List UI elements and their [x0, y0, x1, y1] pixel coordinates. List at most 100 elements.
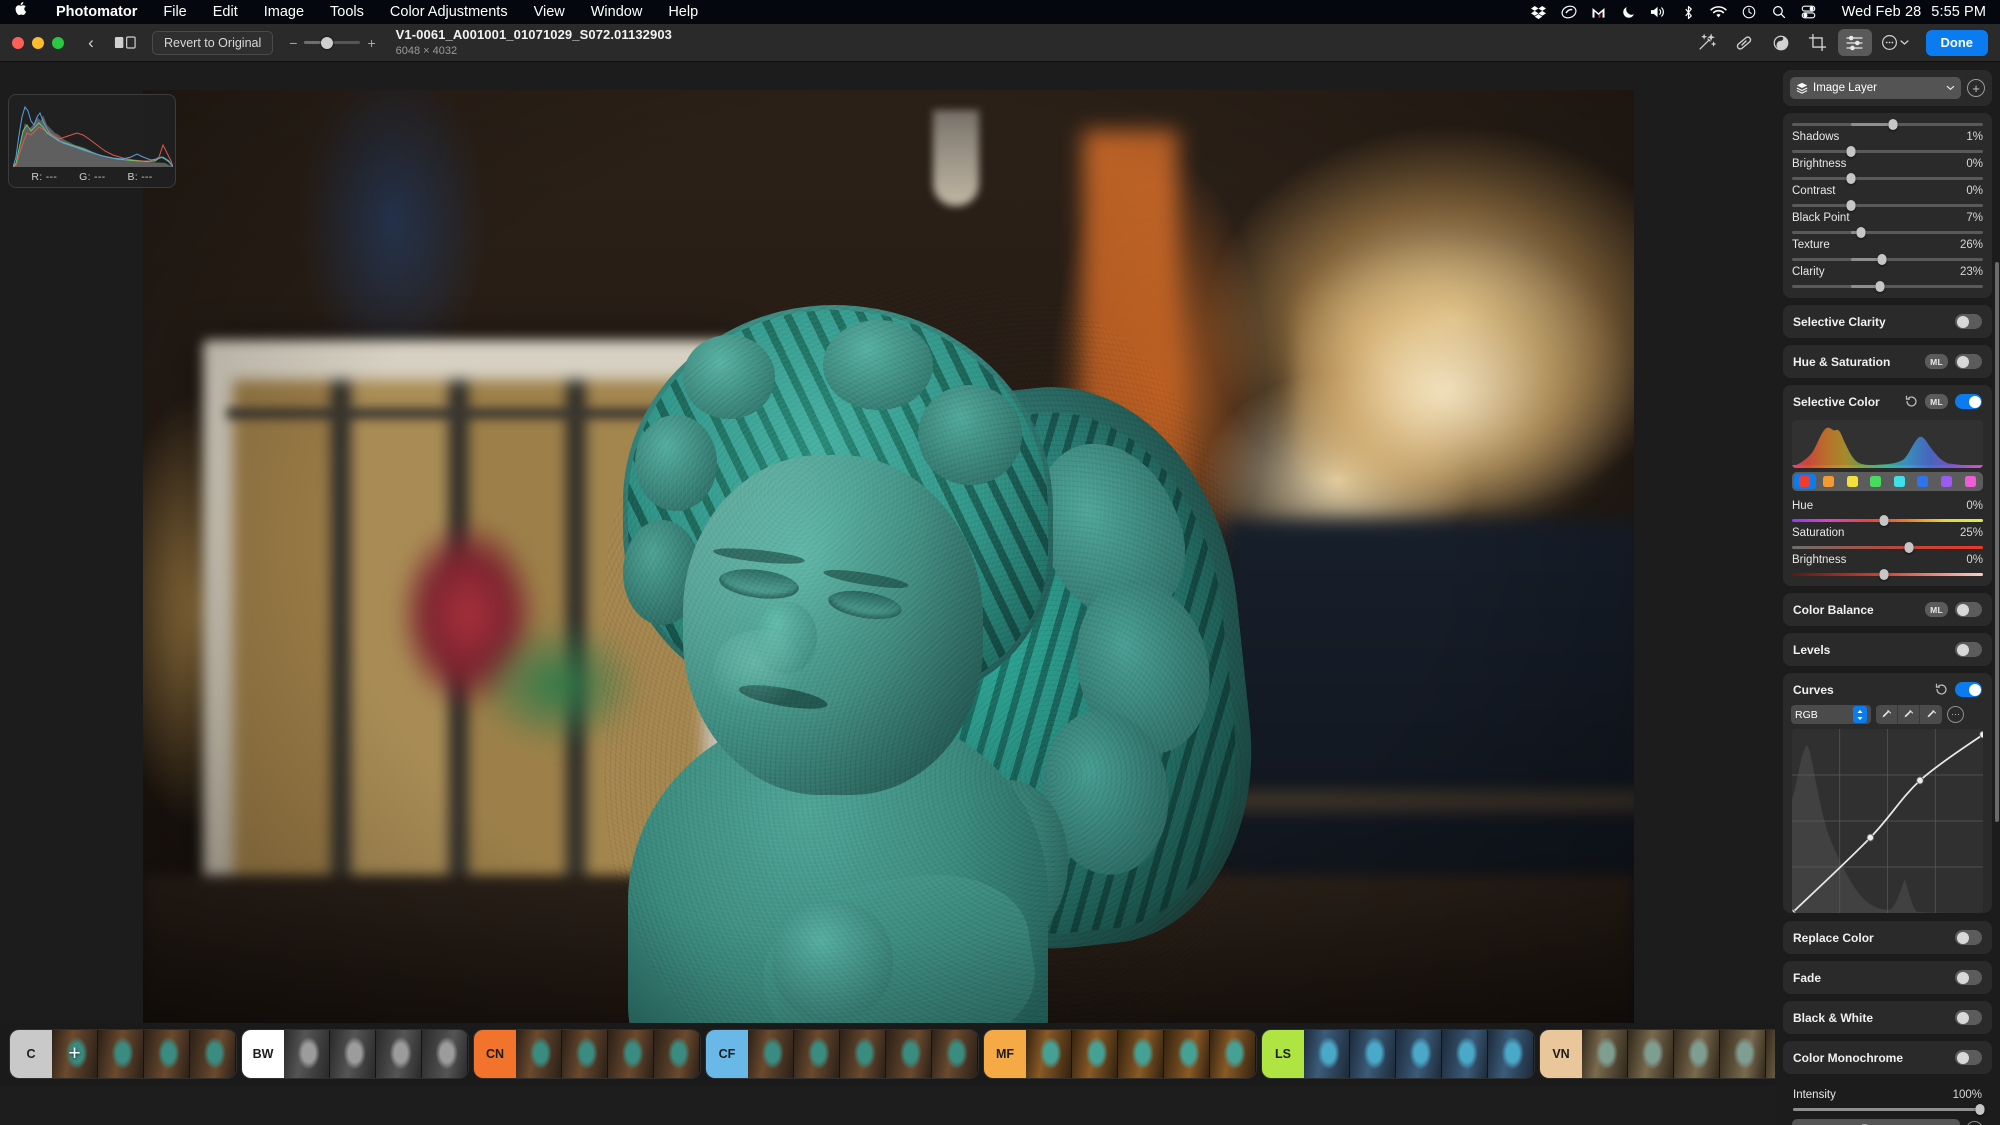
menu-edit[interactable]: Edit	[200, 0, 251, 24]
basic-slider-knob[interactable]	[1846, 200, 1856, 211]
volume-icon[interactable]	[1644, 0, 1674, 24]
color-balance-toggle[interactable]	[1955, 602, 1982, 617]
preset-group-c[interactable]: C +	[10, 1030, 236, 1078]
time-machine-icon[interactable]	[1734, 0, 1764, 24]
color-monochrome-card[interactable]: Color Monochrome	[1783, 1041, 1992, 1074]
preset-thumbnail[interactable]	[1766, 1030, 1775, 1078]
sc-brightness-slider-track[interactable]	[1792, 569, 1983, 580]
menu-view[interactable]: View	[521, 0, 578, 24]
preset-group-tag[interactable]: C	[10, 1030, 52, 1078]
curve-control-point-2[interactable]	[1916, 776, 1924, 785]
preset-thumbnail[interactable]	[932, 1030, 978, 1078]
add-preset-icon[interactable]: +	[52, 1030, 97, 1078]
preset-thumbnail[interactable]	[144, 1030, 190, 1078]
creative-cloud-icon[interactable]	[1554, 0, 1584, 24]
hue-saturation-card[interactable]: Hue & Saturation ML	[1783, 345, 1992, 378]
color-swatch-red[interactable]	[1794, 474, 1816, 489]
preset-thumbnail[interactable]	[608, 1030, 654, 1078]
basic-slider-track[interactable]	[1792, 254, 1983, 265]
selective-color-card[interactable]: Selective Color ML Hue 0% Saturation 25%…	[1783, 385, 1992, 586]
curves-channel-stepper-icon[interactable]	[1853, 706, 1867, 723]
black-white-toggle[interactable]	[1955, 1010, 1982, 1025]
zoom-slider-track[interactable]	[304, 36, 361, 49]
preset-thumbnail[interactable]	[1628, 1030, 1674, 1078]
menu-window[interactable]: Window	[578, 0, 656, 24]
preset-thumbnail[interactable]	[190, 1030, 236, 1078]
saturation-slider-knob[interactable]	[1904, 542, 1913, 553]
clone-stamp-icon[interactable]	[1764, 29, 1798, 56]
edited-photo[interactable]	[143, 90, 1634, 1085]
color-monochrome-toggle[interactable]	[1955, 1050, 1982, 1065]
basic-slider-knob[interactable]	[1846, 173, 1856, 184]
zoom-in-label[interactable]: +	[367, 35, 375, 51]
zoom-window-button[interactable]	[52, 36, 64, 49]
color-balance-card[interactable]: Color Balance ML	[1783, 593, 1992, 626]
done-button[interactable]: Done	[1925, 29, 1988, 56]
mimestream-icon[interactable]	[1584, 0, 1614, 24]
color-swatch-cyan[interactable]	[1889, 474, 1911, 489]
color-swatch-purple[interactable]	[1936, 474, 1958, 489]
sidebar-scrollbar[interactable]	[1995, 262, 1999, 822]
preset-thumbnail[interactable]	[516, 1030, 562, 1078]
adjustments-sidebar[interactable]: Image Layer + Shadows 1% Brightness 0% Contr…	[1775, 62, 2000, 1125]
zoom-slider-control[interactable]: − +	[289, 35, 375, 51]
selective-color-toggle[interactable]	[1955, 394, 1982, 409]
preset-group-vn[interactable]: VN	[1540, 1030, 1775, 1078]
preset-thumbnail[interactable]	[1072, 1030, 1118, 1078]
preset-thumbnail[interactable]	[886, 1030, 932, 1078]
gray-point-eyedropper-icon[interactable]	[1898, 705, 1920, 724]
menu-image[interactable]: Image	[251, 0, 317, 24]
exposure-slider-track[interactable]	[1792, 119, 1983, 130]
preset-group-tag[interactable]: CF	[706, 1030, 748, 1078]
curves-reset-icon[interactable]	[1935, 683, 1948, 696]
layer-dropdown[interactable]: Image Layer	[1790, 77, 1961, 99]
more-options-button[interactable]	[1875, 34, 1915, 51]
menu-help[interactable]: Help	[655, 0, 711, 24]
reset-button[interactable]: Reset	[1792, 1119, 1960, 1125]
exposure-slider-knob[interactable]	[1888, 119, 1898, 130]
curves-channel-dropdown[interactable]: RGB	[1791, 705, 1871, 724]
bluetooth-icon[interactable]	[1674, 0, 1704, 24]
selective-clarity-toggle[interactable]	[1955, 314, 1982, 329]
preset-thumbnail[interactable]	[1164, 1030, 1210, 1078]
curves-card[interactable]: Curves RGB ⋯	[1783, 673, 1992, 913]
preset-thumbnail[interactable]	[1118, 1030, 1164, 1078]
preset-thumbnail[interactable]	[1442, 1030, 1488, 1078]
levels-toggle[interactable]	[1955, 642, 1982, 657]
histogram-overlay-panel[interactable]: R: --- G: --- B: ---	[8, 94, 176, 188]
white-point-eyedropper-icon[interactable]	[1920, 705, 1942, 724]
preset-thumbnail[interactable]	[422, 1030, 468, 1078]
wifi-icon[interactable]	[1704, 0, 1734, 24]
intensity-slider-knob[interactable]	[1975, 1104, 1985, 1115]
preset-thumbnail[interactable]	[562, 1030, 608, 1078]
adjustments-icon[interactable]	[1837, 29, 1872, 56]
menu-file[interactable]: File	[150, 0, 199, 24]
preset-thumbnail[interactable]	[1304, 1030, 1350, 1078]
preset-group-cn[interactable]: CN	[474, 1030, 700, 1078]
curves-chart[interactable]	[1792, 729, 1983, 913]
preset-thumbnail[interactable]	[1720, 1030, 1766, 1078]
saturation-slider-track[interactable]	[1792, 542, 1983, 553]
black-point-eyedropper-icon[interactable]	[1876, 705, 1898, 724]
preset-thumbnail[interactable]	[376, 1030, 422, 1078]
preset-thumbnail[interactable]	[284, 1030, 330, 1078]
spotlight-search-icon[interactable]	[1764, 0, 1794, 24]
magic-wand-ml-enhance-icon[interactable]	[1690, 29, 1724, 56]
zoom-slider-knob[interactable]	[320, 36, 333, 49]
preset-group-tag[interactable]: BW	[242, 1030, 284, 1078]
basic-slider-knob[interactable]	[1877, 254, 1887, 265]
preset-thumbnail[interactable]	[748, 1030, 794, 1078]
preset-group-mf[interactable]: MF	[984, 1030, 1256, 1078]
preset-group-tag[interactable]: VN	[1540, 1030, 1582, 1078]
hue-saturation-toggle[interactable]	[1955, 354, 1982, 369]
basic-slider-knob[interactable]	[1846, 146, 1856, 157]
zoom-out-label[interactable]: −	[289, 35, 297, 51]
revert-to-original-button[interactable]: Revert to Original	[152, 30, 274, 55]
preset-thumbnail[interactable]	[330, 1030, 376, 1078]
menu-color-adjustments[interactable]: Color Adjustments	[377, 0, 521, 24]
add-layer-button[interactable]: +	[1967, 79, 1985, 97]
hue-slider-track[interactable]	[1792, 515, 1983, 526]
selective-color-reset-icon[interactable]	[1905, 395, 1918, 408]
curve-control-point-3[interactable]	[1979, 730, 1983, 739]
compare-split-icon[interactable]	[110, 30, 140, 55]
